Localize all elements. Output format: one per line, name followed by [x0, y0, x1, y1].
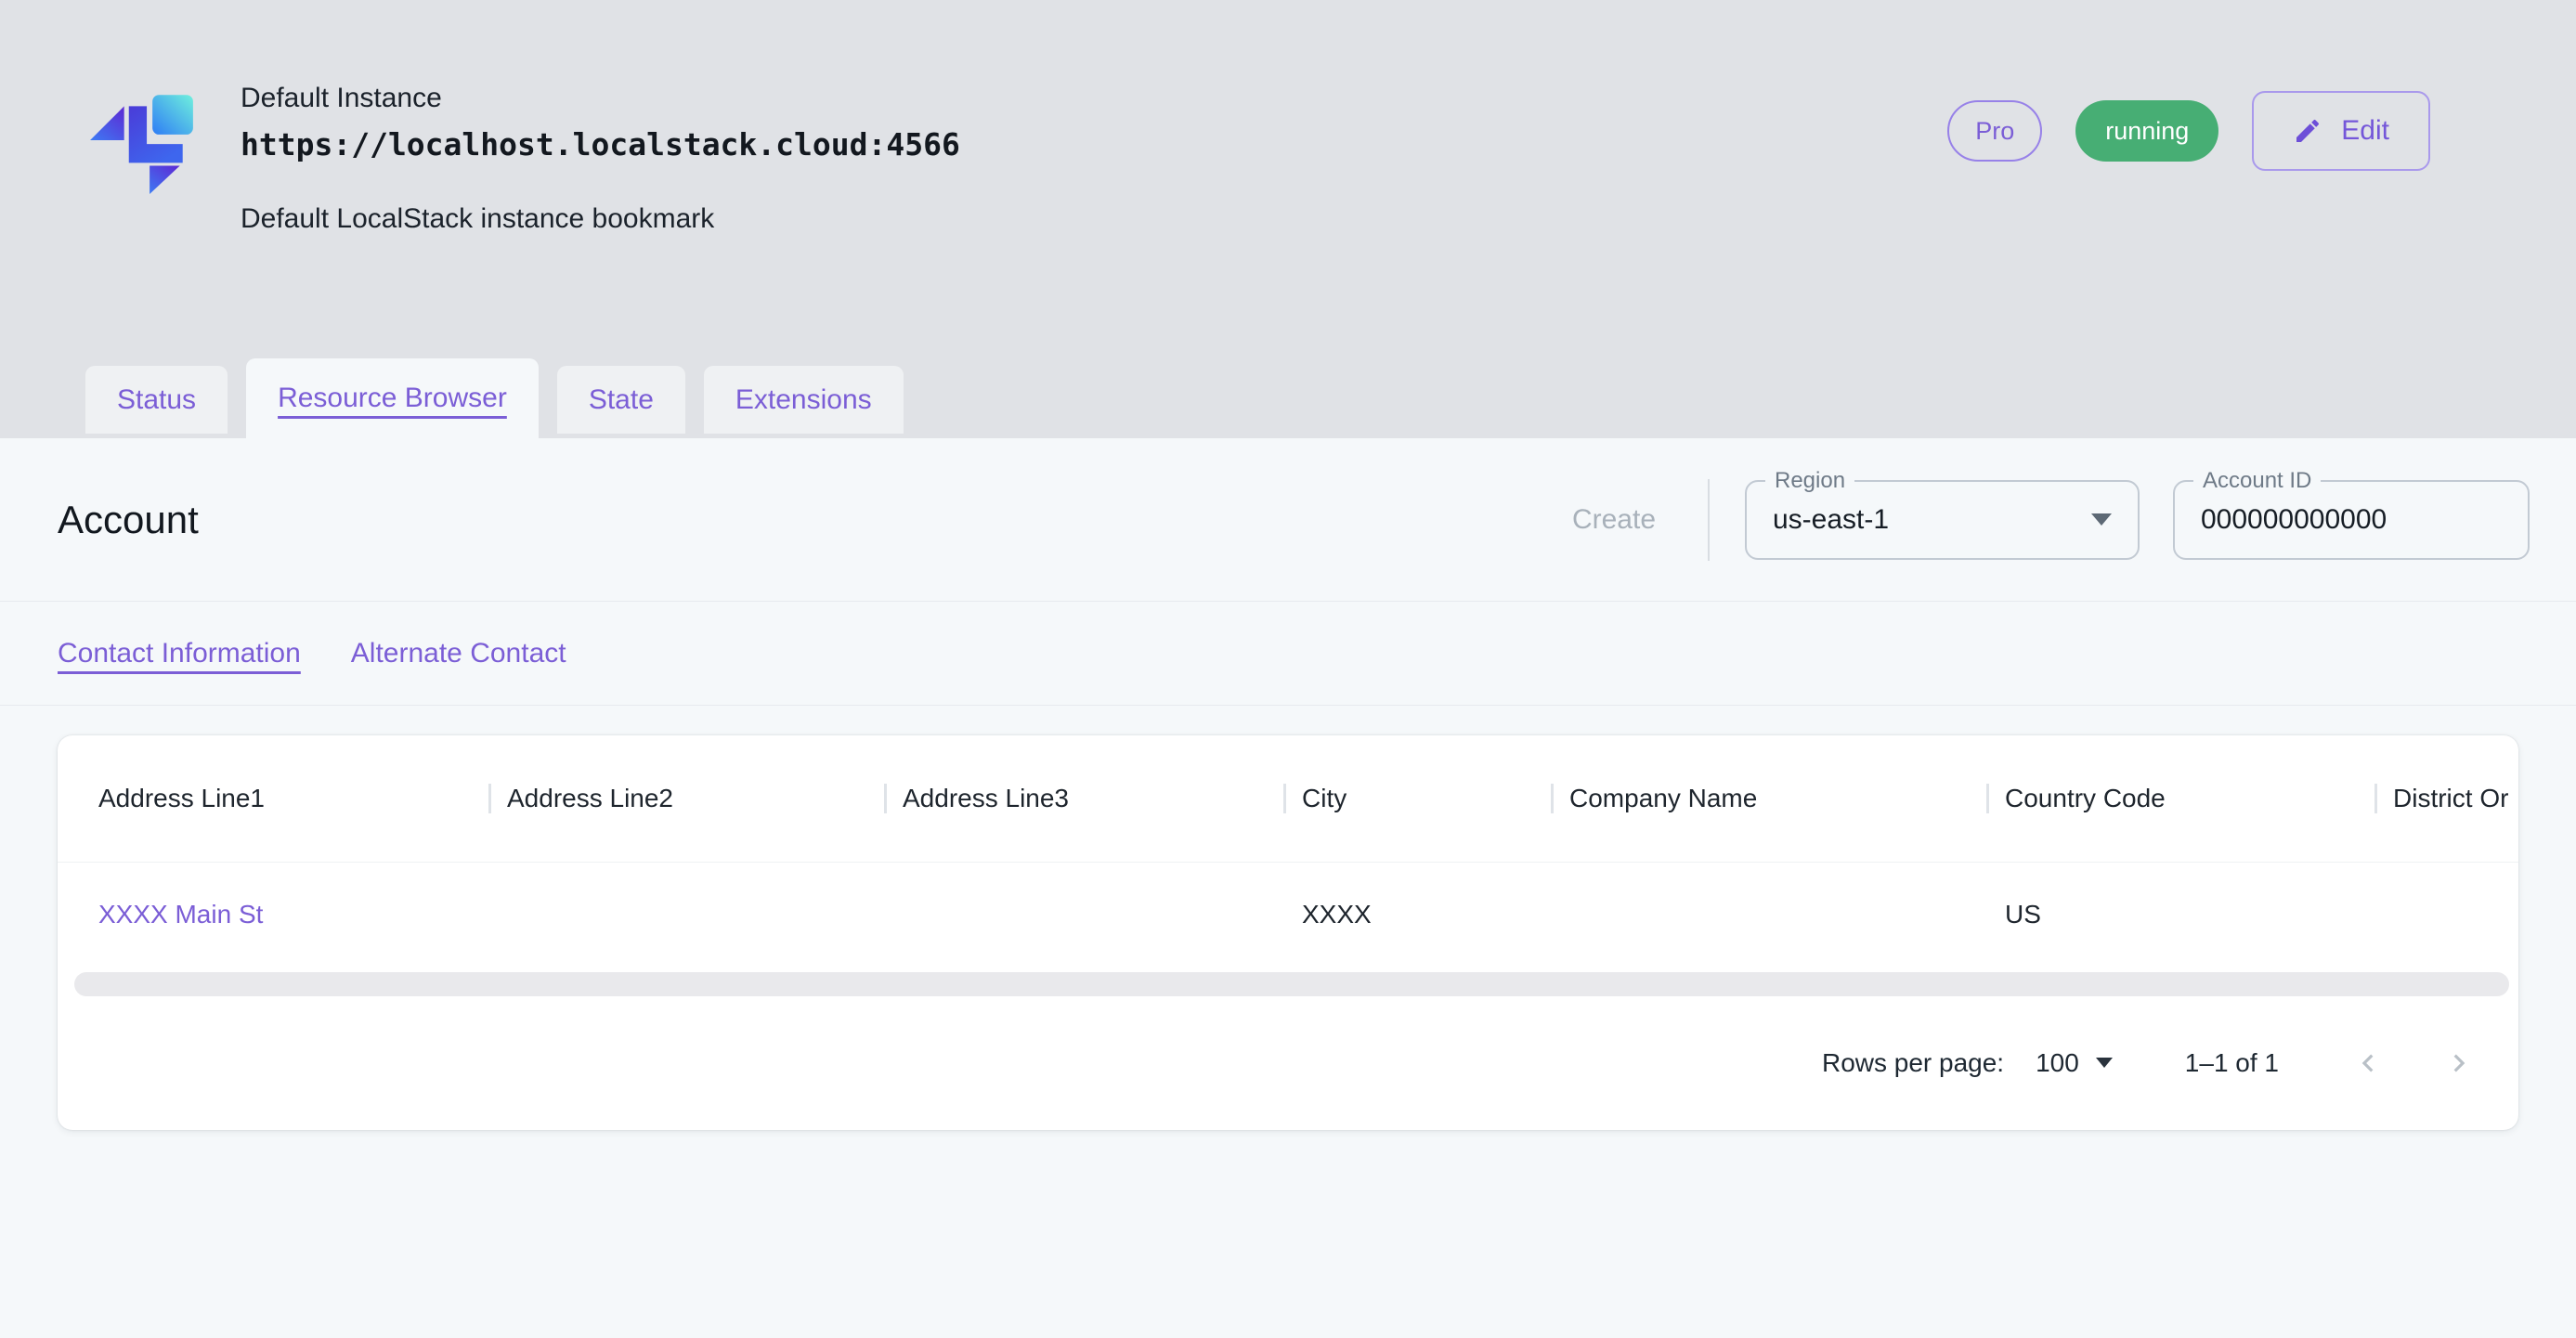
page-title: Account	[58, 498, 199, 542]
pro-badge: Pro	[1947, 100, 2042, 162]
tab-extensions[interactable]: Extensions	[704, 366, 904, 434]
cell-address-line1[interactable]: XXXX Main St	[58, 900, 488, 929]
chevron-right-icon	[2441, 1046, 2477, 1081]
status-badge: running	[2075, 100, 2218, 162]
resource-browser-panel: Account Create Region us-east-1 Account …	[0, 438, 2576, 1338]
contact-information-table: Address Line1 Address Line2 Address Line…	[58, 735, 2518, 1130]
column-header-company-name[interactable]: Company Name	[1551, 784, 1986, 813]
previous-page-button[interactable]	[2349, 1045, 2387, 1082]
tab-status[interactable]: Status	[85, 366, 228, 434]
region-select-value: us-east-1	[1773, 504, 1889, 536]
table-header-row: Address Line1 Address Line2 Address Line…	[58, 735, 2518, 862]
region-select-label: Region	[1765, 468, 1854, 495]
edit-button-label: Edit	[2341, 115, 2389, 147]
toolbar-divider	[1708, 479, 1710, 561]
horizontal-scrollbar[interactable]	[74, 972, 2509, 996]
column-header-address-line1[interactable]: Address Line1	[58, 784, 488, 813]
column-header-district[interactable]: District Or	[2374, 784, 2518, 813]
column-header-address-line3[interactable]: Address Line3	[884, 784, 1283, 813]
tab-state[interactable]: State	[557, 366, 685, 434]
instance-tab-bar: Status Resource Browser State Extensions	[85, 358, 904, 438]
create-button[interactable]: Create	[1572, 504, 1656, 536]
pagination-range: 1–1 of 1	[2185, 1048, 2279, 1078]
column-header-address-line2[interactable]: Address Line2	[488, 784, 884, 813]
rows-per-page-label: Rows per page:	[1822, 1048, 2004, 1078]
tab-resource-browser[interactable]: Resource Browser	[246, 358, 539, 438]
account-id-value: 000000000000	[2201, 504, 2387, 536]
table-pagination: Rows per page: 100 1–1 of 1	[58, 996, 2518, 1129]
resource-toolbar: Account Create Region us-east-1 Account …	[0, 438, 2576, 602]
cell-city: XXXX	[1283, 900, 1551, 929]
edit-button[interactable]: Edit	[2252, 91, 2430, 171]
instance-header: Default Instance https://localhost.local…	[0, 0, 2576, 438]
chevron-down-icon	[2096, 1058, 2113, 1068]
column-header-city[interactable]: City	[1283, 784, 1551, 813]
rows-per-page-select[interactable]: 100	[2036, 1048, 2113, 1078]
subtab-alternate-contact[interactable]: Alternate Contact	[351, 638, 566, 669]
instance-title: Default Instance	[241, 82, 960, 115]
rows-per-page-value: 100	[2036, 1048, 2079, 1078]
subtab-contact-information[interactable]: Contact Information	[58, 638, 301, 669]
column-header-country-code[interactable]: Country Code	[1986, 784, 2374, 813]
localstack-logo-icon	[88, 84, 198, 197]
instance-url: https://localhost.localstack.cloud:4566	[241, 126, 960, 162]
chevron-left-icon	[2350, 1046, 2386, 1081]
next-page-button[interactable]	[2440, 1045, 2478, 1082]
pencil-icon	[2293, 116, 2322, 146]
table-row[interactable]: XXXX Main St XXXX US	[58, 862, 2518, 966]
chevron-down-icon	[2091, 513, 2112, 526]
instance-subtitle: Default LocalStack instance bookmark	[241, 203, 960, 235]
account-id-field[interactable]: Account ID 000000000000	[2173, 480, 2530, 560]
region-select[interactable]: Region us-east-1	[1745, 480, 2140, 560]
cell-country-code: US	[1986, 900, 2374, 929]
account-subtabs: Contact Information Alternate Contact	[0, 602, 2576, 706]
account-id-label: Account ID	[2193, 468, 2321, 495]
